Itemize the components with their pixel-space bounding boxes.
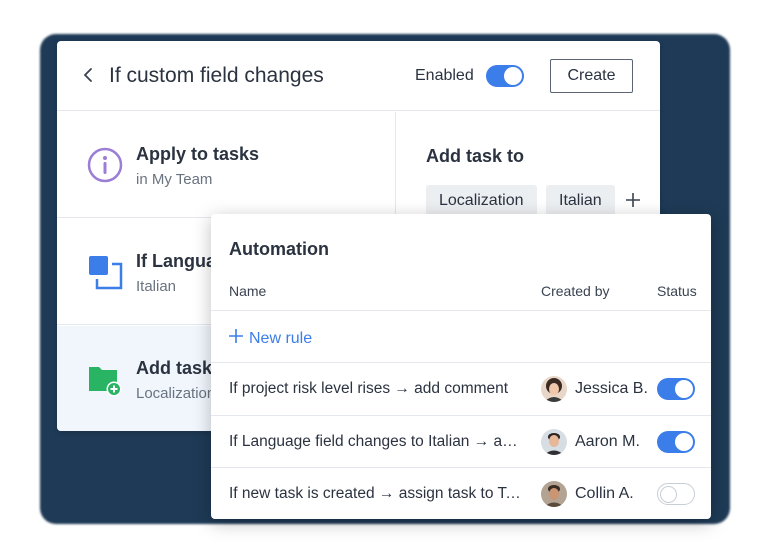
rule-editor-header: If custom field changes Enabled Create <box>57 41 660 111</box>
creator-name: Collin A. <box>575 485 634 502</box>
creator-name: Aaron M. <box>575 433 640 450</box>
toggle-knob <box>675 433 693 451</box>
toggle-knob <box>504 67 522 85</box>
column-header-status: Status <box>657 283 697 299</box>
toggle-knob <box>675 380 693 398</box>
rule-name: If Language field changes to Italian → a… <box>229 433 524 450</box>
avatar <box>541 481 567 507</box>
rule-status-toggle[interactable] <box>657 378 695 400</box>
automation-title: Automation <box>229 239 329 259</box>
page-title: If custom field changes <box>109 64 324 87</box>
rule-status-toggle[interactable] <box>657 483 695 505</box>
creator-name: Jessica B. <box>575 380 648 397</box>
chip-italian[interactable]: Italian <box>546 185 615 217</box>
toggle-knob <box>660 485 677 503</box>
avatar <box>541 429 567 455</box>
step-subtitle: Italian <box>136 278 177 295</box>
column-header-created-by: Created by <box>541 283 610 299</box>
folder-add-icon <box>87 361 123 397</box>
table-row[interactable]: If Language field changes to Italian → a… <box>211 415 711 467</box>
table-row[interactable]: If project risk level rises → add commen… <box>211 362 711 414</box>
panel-title: Add task to <box>426 146 525 166</box>
step-apply-to-tasks[interactable]: Apply to tasks in My Team <box>57 112 396 218</box>
rule-name: If new task is created → assign task to … <box>229 485 524 502</box>
new-rule-button[interactable]: New rule <box>229 326 312 348</box>
enabled-toggle[interactable] <box>486 65 524 87</box>
info-icon <box>87 147 123 183</box>
create-button[interactable]: Create <box>550 59 633 93</box>
chevron-left-icon[interactable] <box>81 63 97 87</box>
table-row[interactable]: If new task is created → assign task to … <box>211 467 711 519</box>
avatar <box>541 376 567 402</box>
chip-localization[interactable]: Localization <box>426 185 537 217</box>
step-subtitle: in My Team <box>136 171 213 188</box>
column-header-name: Name <box>229 283 267 299</box>
enabled-label: Enabled <box>415 67 474 84</box>
rule-status-toggle[interactable] <box>657 431 695 453</box>
automation-card: Automation Name Created by Status New ru… <box>211 214 711 519</box>
custom-field-icon <box>87 254 123 290</box>
new-rule-label: New rule <box>249 330 313 347</box>
divider <box>211 310 711 311</box>
rule-name: If project risk level rises → add commen… <box>229 380 509 397</box>
step-title: Apply to tasks <box>136 144 260 164</box>
plus-icon[interactable] <box>625 188 641 217</box>
plus-icon <box>229 326 243 348</box>
